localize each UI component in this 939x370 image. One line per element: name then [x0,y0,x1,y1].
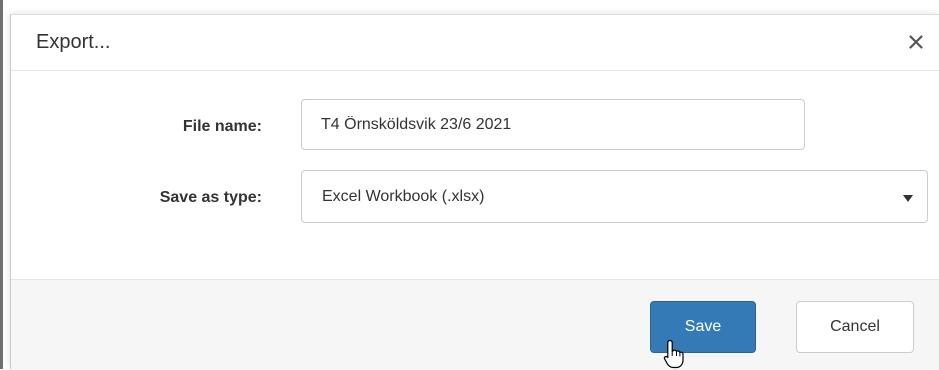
file-name-label: File name: [182,118,262,135]
dialog-title: Export... [36,31,111,53]
close-button[interactable] [904,30,928,54]
dialog-body: File name: Save as type: Excel Workbook … [11,71,939,279]
export-dialog: Export... File name: Save as type: Excel… [10,14,939,370]
background-window-edge [0,0,3,369]
save-as-type-value: Excel Workbook (.xlsx) [322,188,485,205]
save-as-type-label: Save as type: [159,189,262,206]
cancel-button[interactable]: Cancel [796,301,914,353]
dialog-footer: Save Cancel [11,279,939,370]
file-name-input[interactable] [301,99,805,150]
dialog-header: Export... [11,15,939,71]
save-button[interactable]: Save [650,301,756,353]
save-as-type-select[interactable]: Excel Workbook (.xlsx) [301,170,928,223]
caret-down-icon [903,195,913,202]
close-icon [909,35,923,49]
